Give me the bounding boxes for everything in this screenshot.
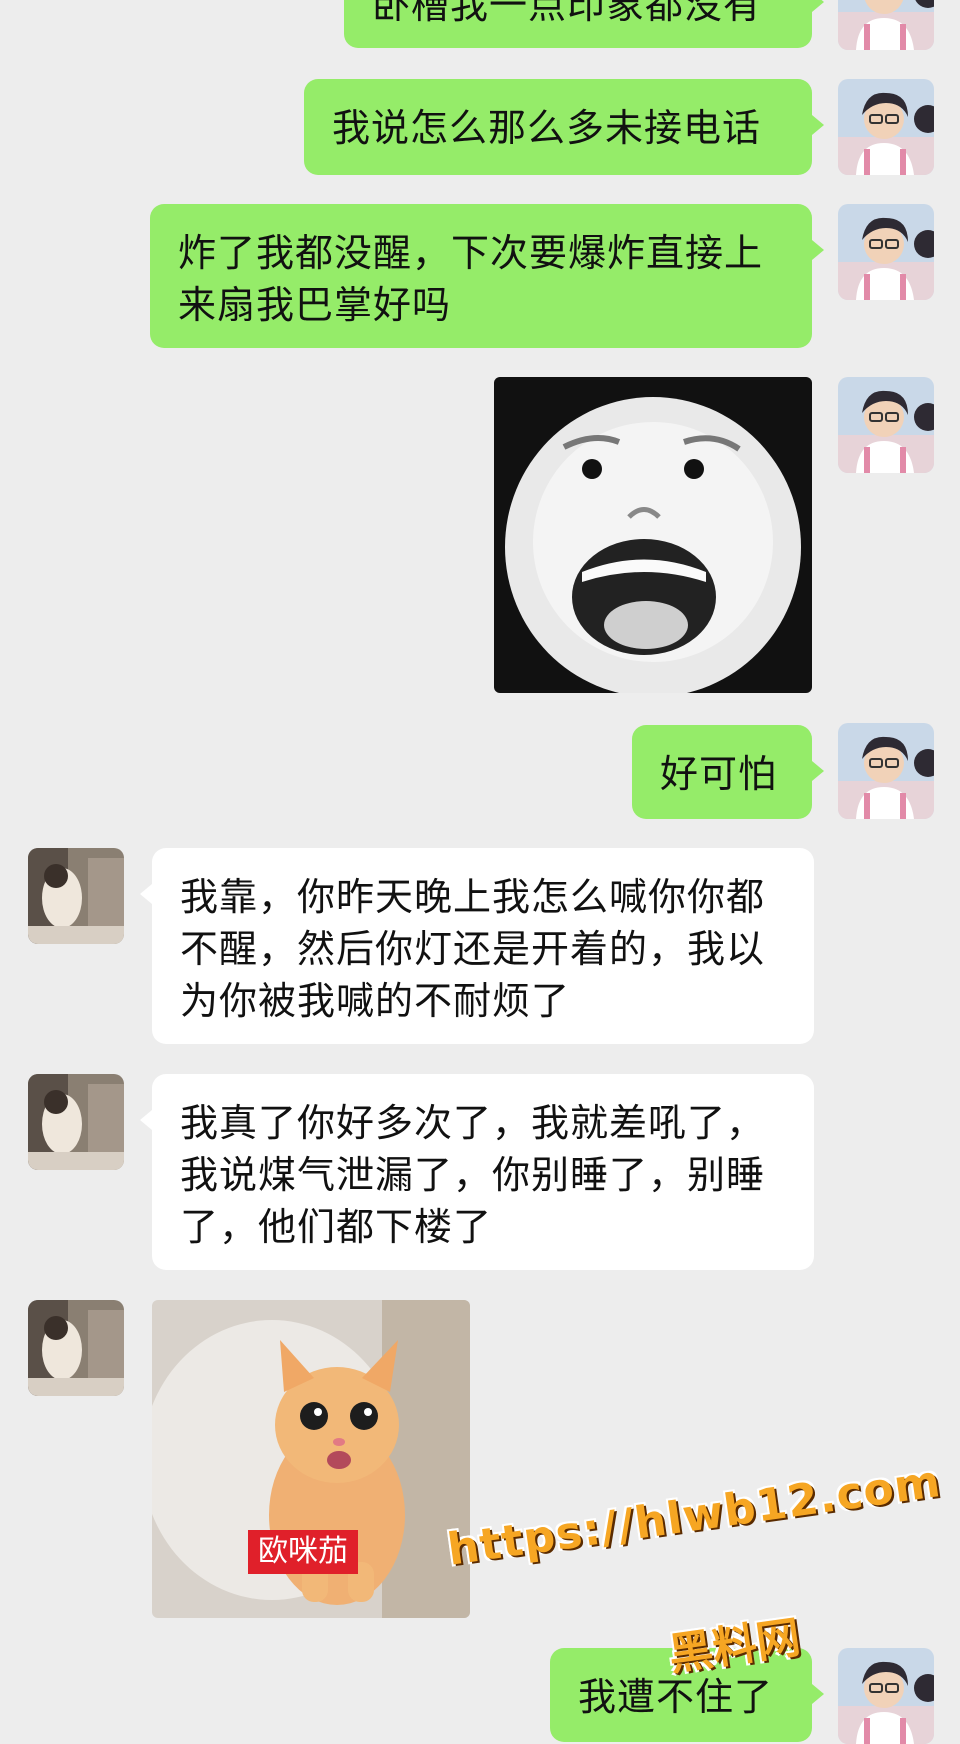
contact-avatar[interactable] — [28, 848, 124, 944]
my-avatar[interactable] — [838, 204, 934, 300]
contact-avatar[interactable] — [28, 1300, 124, 1396]
sticker-caption: 欧咪茄 — [248, 1530, 358, 1574]
my-avatar[interactable] — [838, 377, 934, 473]
message-bubble-sent[interactable]: 好可怕 — [632, 725, 824, 819]
avatar-image — [838, 377, 934, 473]
avatar-image — [838, 0, 934, 50]
screaming-face-sticker — [494, 377, 812, 693]
message-bubble-sent[interactable]: 卧槽我一点印象都没有 — [344, 0, 824, 48]
avatar-image — [838, 723, 934, 819]
message-bubble-sent[interactable]: 炸了我都没醒，下次要爆炸直接上来扇我巴掌好吗 — [150, 204, 824, 348]
avatar-image — [838, 204, 934, 300]
message-bubble-received[interactable]: 我真了你好多次了，我就差吼了，我说煤气泄漏了，你别睡了，别睡了，他们都下楼了 — [140, 1074, 814, 1270]
my-avatar[interactable] — [838, 1648, 934, 1744]
sticker-message[interactable] — [494, 377, 812, 693]
avatar-image — [28, 1074, 124, 1170]
message-bubble-received[interactable]: 我靠，你昨天晚上我怎么喊你你都不醒，然后你灯还是开着的，我以为你被我喊的不耐烦了 — [140, 848, 814, 1044]
watermark-url: https://hlwb12.com — [444, 1456, 945, 1576]
message-bubble-sent[interactable]: 我说怎么那么多未接电话 — [304, 79, 824, 175]
my-avatar[interactable] — [838, 0, 934, 50]
avatar-image — [838, 1648, 934, 1744]
avatar-image — [28, 848, 124, 944]
avatar-image — [838, 79, 934, 175]
avatar-image — [28, 1300, 124, 1396]
my-avatar[interactable] — [838, 79, 934, 175]
my-avatar[interactable] — [838, 723, 934, 819]
sticker-message[interactable]: 欧咪茄 — [152, 1300, 470, 1618]
contact-avatar[interactable] — [28, 1074, 124, 1170]
